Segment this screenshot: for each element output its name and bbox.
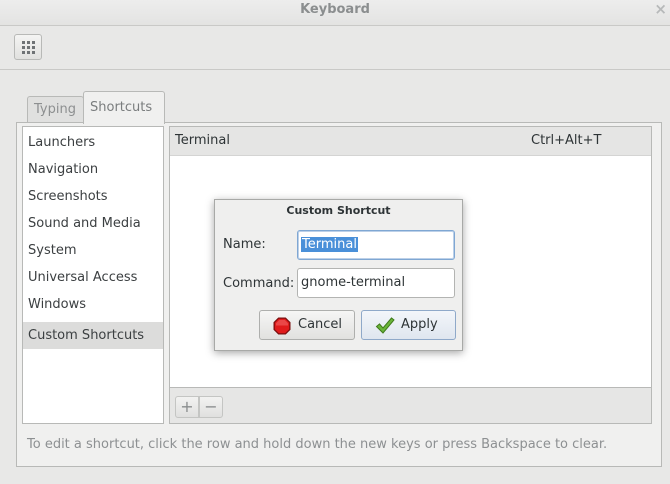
list-toolbar: + − [169, 387, 652, 424]
sidebar-item-windows[interactable]: Windows [23, 291, 163, 318]
cancel-label: Cancel [298, 317, 343, 332]
window-title: Keyboard [300, 2, 370, 17]
tab-shortcuts[interactable]: Shortcuts [83, 91, 165, 124]
close-icon[interactable]: × [654, 0, 667, 18]
sidebar-item-navigation[interactable]: Navigation [23, 156, 163, 183]
name-field[interactable]: Terminal [297, 230, 455, 260]
command-label: Command: [223, 276, 295, 291]
sidebar-item-system[interactable]: System [23, 237, 163, 264]
dialog-title: Custom Shortcut [286, 204, 391, 217]
custom-shortcut-dialog: Custom Shortcut Name: Terminal Command: … [214, 199, 463, 351]
sidebar-item-custom-shortcuts[interactable]: Custom Shortcuts [23, 322, 163, 349]
grid-icon [22, 41, 35, 54]
sidebar-item-sound-and-media[interactable]: Sound and Media [23, 210, 163, 237]
shortcut-accel: Ctrl+Alt+T [531, 133, 602, 148]
hint-text: To edit a shortcut, click the row and ho… [27, 437, 608, 452]
sidebar-item-launchers[interactable]: Launchers [23, 129, 163, 156]
apply-button[interactable]: Apply [361, 310, 456, 340]
name-label: Name: [223, 237, 266, 252]
stop-icon [273, 317, 291, 335]
command-field[interactable]: gnome-terminal [297, 268, 455, 298]
toolbar [0, 26, 670, 70]
cancel-button[interactable]: Cancel [259, 310, 355, 340]
tab-typing[interactable]: Typing [27, 96, 84, 123]
checkmark-icon [375, 317, 395, 334]
window-titlebar: Keyboard × [0, 0, 670, 26]
category-sidebar: Launchers Navigation Screenshots Sound a… [22, 126, 164, 424]
remove-shortcut-button[interactable]: − [199, 396, 223, 418]
add-shortcut-button[interactable]: + [175, 396, 199, 418]
shortcut-row[interactable]: Terminal Ctrl+Alt+T [170, 127, 651, 156]
apply-label: Apply [401, 317, 438, 332]
all-settings-button[interactable] [14, 34, 42, 60]
sidebar-item-screenshots[interactable]: Screenshots [23, 183, 163, 210]
shortcut-name: Terminal [175, 133, 230, 148]
name-field-value: Terminal [301, 237, 358, 252]
sidebar-item-universal-access[interactable]: Universal Access [23, 264, 163, 291]
command-field-value: gnome-terminal [301, 275, 406, 290]
